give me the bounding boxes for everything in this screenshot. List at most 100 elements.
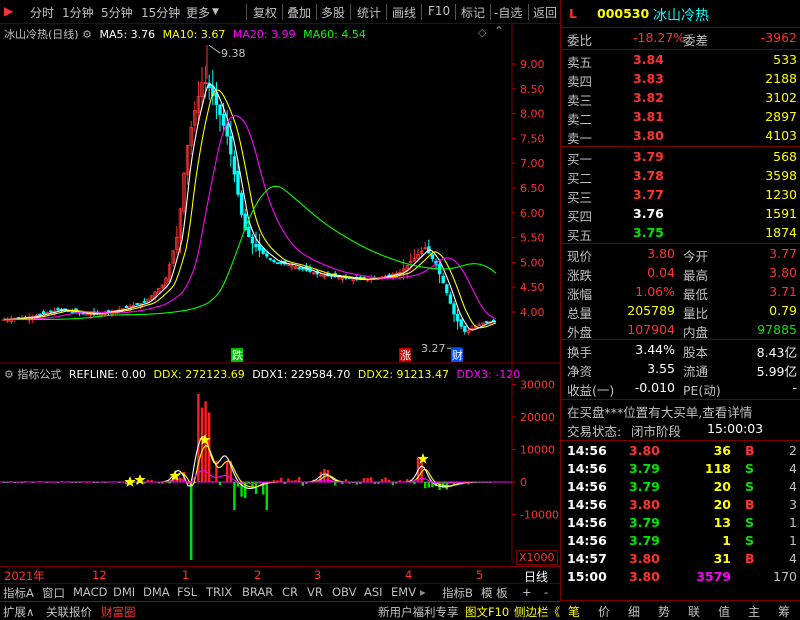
tab-asi[interactable]: ASI [364,585,383,599]
tick-price: 3.80 [629,551,660,566]
tick-count: 1 [789,515,797,530]
y-tick-label: -10000 [520,509,559,522]
y-tick-label: 9.00 [520,58,545,71]
tick-price: 3.79 [629,533,660,548]
kline-chart-panel[interactable]: 冰山冷热(日线) ⚙ MA5: 3.76 MA10: 3.67 MA20: 3.… [0,24,560,364]
quote-panel: L 000530 冰山冷热 委比 -18.27% 委差 -3962 在买盘***… [560,0,800,600]
sidebar-toggle-button[interactable]: 侧边栏《 [514,604,560,620]
finance-row: 净资 3.55 流通 5.99亿 [567,360,797,379]
quote-tab[interactable]: 细 [628,603,640,620]
back-button[interactable]: 返回 [533,4,557,21]
tab-vr[interactable]: VR [307,585,323,599]
quote-panel-tabs: 笔价细势联值主筹 [560,600,800,620]
quote-tab[interactable]: 笔 [568,603,580,620]
mark-button[interactable]: 标记 [461,4,485,21]
big-order-notice[interactable]: 在买盘***位置有大买单,查看详情 [567,402,752,421]
finance-value: 3.44% [635,342,675,357]
period-tab-1min[interactable]: 1分钟 [62,4,94,21]
tab-fsl[interactable]: FSL [177,585,197,599]
finance-row: 收益(一) -0.010 PE(动) - [567,379,797,398]
candle-body [124,305,129,309]
candle-body [459,319,463,327]
tab-brar[interactable]: BRAR [242,585,273,599]
tab-macd[interactable]: MACD [73,585,107,599]
remove-watchlist-button[interactable]: -自选 [494,4,522,21]
graphic-f10-button[interactable]: 图文F10 [465,604,509,620]
sell-level-label: 卖五 [567,55,593,70]
tick-count: 1 [789,533,797,548]
tab-remove[interactable]: - [544,585,548,599]
tab-obv[interactable]: OBV [332,585,356,599]
sell-level-row: 卖二 3.81 2897 [567,108,797,127]
overlay-button[interactable]: 叠加 [287,4,311,21]
indicator-panel[interactable]: ⚙ 指标公式 REFLINE: 0.00 DDX: 272123.69 DDX1… [0,364,560,565]
multi-stock-button[interactable]: 多股 [321,4,345,21]
candle-body [49,310,53,313]
ddx-bar [298,477,301,482]
quote-tab[interactable]: 势 [658,603,670,620]
tab-trix[interactable]: TRIX [206,585,232,599]
tab-scroll-icon[interactable]: ▸ [420,585,426,599]
stat-row: 涨跌 0.04 最高 3.80 [567,264,797,283]
tab-template[interactable]: 模 板 [481,585,508,601]
quote-tab[interactable]: 联 [688,603,700,620]
ddx-bar [413,482,416,485]
finance-label: 换手 [567,345,593,360]
buy-volume: 3598 [765,168,797,183]
draw-line-button[interactable]: 画线 [392,4,416,21]
unit-badge: X1000 [516,550,558,565]
tick-volume: 13 [713,515,731,530]
weibi-label: 委比 [567,33,593,48]
restore-rights-button[interactable]: 复权 [253,4,277,21]
tab-window[interactable]: 窗口 [42,585,65,601]
candle-body [41,311,46,314]
expand-button[interactable]: 扩展∧ [3,604,34,620]
candle-body [463,325,467,332]
f10-button[interactable]: F10 [428,4,450,18]
wealth-circle-tab[interactable]: 财富圈 [101,604,136,620]
tab-add[interactable]: + [522,585,532,599]
finance-value: 8.43亿 [756,345,797,360]
weibi-value: -18.27% [633,30,686,45]
time-label: 5 [476,568,484,582]
period-tab-15min[interactable]: 15分钟 [141,4,180,21]
period-tab-timeshare[interactable]: 分时 [30,4,54,21]
quote-tab[interactable]: 筹 [778,603,790,620]
related-quote-tab[interactable]: 关联报价 [46,604,92,620]
ma60-line [4,185,497,320]
candle-body [484,321,489,323]
high-price-label: 9.38 [221,47,246,60]
tick-row: 14:56 3.79 1 S 1 [567,532,797,551]
tab-indicator-a[interactable]: 指标A [3,585,34,601]
quote-tab[interactable]: 主 [748,603,760,620]
more-dropdown-icon[interactable]: ▼ [212,7,219,17]
buy-volume: 1874 [765,225,797,240]
quote-tab[interactable]: 值 [718,603,730,620]
period-tab-more[interactable]: 更多 [186,4,210,21]
tab-indicator-b[interactable]: 指标B [442,585,473,601]
buy-level-label: 买二 [567,171,593,186]
ma5-line [4,83,497,331]
weibi-row: 委比 -18.27% 委差 -3962 [567,29,797,48]
tab-dmi[interactable]: DMI [113,585,135,599]
tab-dma[interactable]: DMA [143,585,170,599]
tab-emv[interactable]: EMV [391,585,416,599]
candle-body [301,267,305,270]
candle-body [232,156,237,175]
indicator-svg: 30000 20000 10000 0 -10000 [0,364,559,564]
sell-price: 3.83 [633,71,664,86]
quote-tab[interactable]: 价 [598,603,610,620]
sell-volume: 4103 [765,128,797,143]
tick-side: B [745,443,755,458]
stat-row: 外盘 107904 内盘 97885 [567,321,797,340]
notice-row[interactable]: 在买盘***位置有大买单,查看详情 [567,401,797,420]
collapse-icon[interactable]: ▶ [4,4,13,18]
candle-body [455,313,460,322]
tab-cr[interactable]: CR [282,585,298,599]
ma10-line [4,89,497,329]
sell-price: 3.84 [633,52,664,67]
period-tab-5min[interactable]: 5分钟 [101,4,133,21]
statistics-button[interactable]: 统计 [357,4,381,21]
ddx-bar [362,478,366,482]
new-user-benefit-link[interactable]: 新用户福利专享 [378,604,459,620]
